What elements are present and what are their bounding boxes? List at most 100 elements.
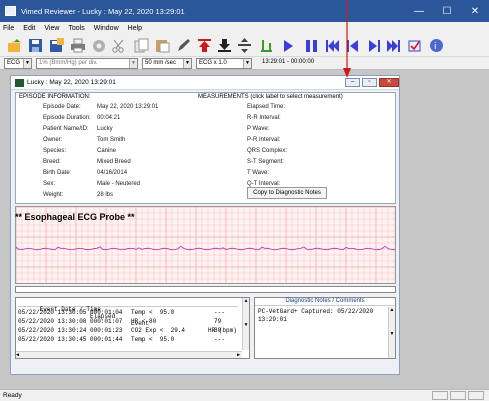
paste-icon[interactable] (154, 37, 171, 54)
marker-icon[interactable] (175, 37, 192, 54)
event-cell: 79 (214, 318, 222, 325)
child-maximize-button[interactable]: ▫ (362, 78, 377, 87)
diagnostic-notes-panel: Diagnostic Notes / Comments PC-VetGard+ … (254, 297, 396, 359)
gain-select[interactable]: ECG x 1.0 ▼ (196, 58, 252, 69)
expand-vertical-icon[interactable] (236, 37, 253, 54)
measure-st-segment[interactable]: S-T Segment: (247, 159, 284, 165)
scroll-bottom-icon[interactable] (216, 37, 233, 54)
events-horizontal-scrollbar[interactable]: ◀ ▶ (16, 351, 242, 358)
measure-caliper-icon[interactable] (258, 37, 275, 54)
scale-select[interactable]: 1% (Bmm/Hg) per div. ▼ (36, 58, 138, 69)
maximize-button[interactable]: ☐ (433, 6, 461, 17)
measure-qrs-complex[interactable]: QRS Complex: (247, 148, 287, 154)
species-value: Canine (97, 148, 117, 154)
event-row[interactable]: 05/22/2020 13:30:45 000:01:44 Temp < 95.0 -… (18, 336, 240, 344)
event-cell: 05/22/2020 13:30:24 (18, 327, 87, 334)
event-cell: 05/22/2020 13:30:05 (18, 309, 87, 316)
menu-view[interactable]: View (44, 25, 59, 32)
chevron-down-icon: ▼ (183, 59, 191, 68)
menu-help[interactable]: Help (128, 25, 142, 32)
measure-p-wave[interactable]: P Wave: (247, 126, 269, 132)
episode-date-value: May 22, 2020 13:29:01 (97, 104, 159, 110)
episode-duration-value: 00:04:21 (97, 115, 121, 121)
scroll-top-icon[interactable] (196, 37, 213, 54)
sex-value: Male - Neutered (97, 181, 141, 187)
save-icon[interactable] (27, 37, 44, 54)
child-minimize-button[interactable]: – (345, 78, 360, 87)
child-close-button[interactable]: ✕ (379, 78, 399, 87)
app-title-bar: Vimed Reviewer - Lucky : May 22, 2020 13… (0, 0, 489, 22)
event-cell: 000:01:04 (90, 309, 123, 316)
chevron-down-icon: ▼ (23, 59, 31, 68)
measure-elapsed-time[interactable]: Elapsed Time: (247, 104, 285, 110)
menu-edit[interactable]: Edit (23, 25, 35, 32)
breed-label: Breed: (43, 159, 61, 165)
toolbar: i (0, 34, 489, 57)
event-cell: 000:01:07 (90, 318, 123, 325)
event-cell: 05/22/2020 13:30:45 (18, 336, 87, 343)
menu-file[interactable]: File (3, 25, 14, 32)
event-cell: 000:01:44 (90, 336, 123, 343)
print-icon[interactable] (69, 37, 86, 54)
minimize-button[interactable]: — (405, 6, 433, 17)
speed-select[interactable]: 50 mm /sec ▼ (142, 58, 192, 69)
event-row[interactable]: 05/22/2020 13:30:05 000:01:04 Temp < 95.0 -… (18, 309, 240, 317)
species-label: Species: (43, 148, 67, 154)
notes-vertical-scrollbar[interactable]: ▲ ▼ (388, 307, 395, 358)
birth-date-value: 04/16/2014 (97, 170, 128, 176)
ecg-horizontal-scrollbar[interactable] (15, 286, 396, 293)
notes-textarea[interactable]: PC-VetGard+ Captured: 05/22/2020 13:29:0… (258, 308, 386, 324)
copy-icon[interactable] (133, 37, 150, 54)
close-button[interactable]: ✕ (461, 6, 489, 17)
notes-header: Diagnostic Notes / Comments (255, 298, 395, 306)
save-as-icon[interactable] (48, 37, 65, 54)
options-bar: ECG ▼ 1% (Bmm/Hg) per div. ▼ 50 mm /sec ▼ E… (0, 57, 489, 70)
episode-window: Lucky : May 22, 2020 13:29:01 – ▫ ✕ EPIS… (10, 75, 400, 375)
sex-label: Sex: (43, 181, 56, 187)
measurements-header: MEASUREMENTS (click label to select meas… (198, 94, 343, 100)
help-icon[interactable]: i (428, 37, 445, 54)
timecode-readout: 13:29:01 - 00:00:00 (262, 59, 315, 65)
events-header-row: Event Date / Time Elapsed Event HR (bpm) (18, 299, 238, 334)
event-cell: --- (214, 309, 225, 316)
event-row[interactable]: 05/22/2020 13:30:08 000:01:07 HR < 80 79 (18, 318, 240, 326)
open-folder-icon[interactable] (6, 37, 23, 54)
play-icon[interactable] (279, 37, 296, 54)
measure-pr-interval[interactable]: P-R Interval: (247, 137, 280, 143)
weight-value: 28 lbs (97, 192, 114, 198)
export-check-icon[interactable] (407, 37, 424, 54)
patient-value: Lucky (97, 126, 113, 132)
skip-to-start-icon[interactable] (324, 37, 341, 54)
annotation-arrow-icon (343, 0, 351, 78)
menu-tools[interactable]: Tools (68, 25, 84, 32)
event-cell: 000:01:23 (90, 327, 123, 334)
birth-date-label: Birth Date: (43, 170, 72, 176)
scissors-icon[interactable] (110, 37, 127, 54)
status-pane (432, 391, 448, 400)
episode-info-header: EPISODE INFORMATION: (19, 94, 91, 100)
measure-rr-interval[interactable]: R-R Interval: (247, 115, 281, 121)
owner-label: Owner: (43, 137, 63, 143)
settings-gear-icon[interactable] (90, 37, 107, 54)
weight-label: Weight: (43, 192, 64, 198)
event-cell: 05/22/2020 13:30:08 (18, 318, 87, 325)
scale-value: 1% (Bmm/Hg) per div. (39, 60, 98, 66)
copy-to-notes-button[interactable]: Copy to Diagnostic Notes (247, 187, 327, 199)
episode-window-title: Lucky : May 22, 2020 13:29:01 (27, 79, 116, 86)
app-icon (5, 6, 16, 16)
svg-text:i: i (434, 42, 437, 52)
skip-to-end-icon[interactable] (385, 37, 402, 54)
events-table: Event Date / Time Elapsed Event HR (bpm)… (15, 297, 250, 359)
fast-forward-icon[interactable] (365, 37, 382, 54)
channel-select[interactable]: ECG ▼ (4, 58, 32, 69)
pause-icon[interactable] (303, 37, 320, 54)
measure-t-wave[interactable]: T Wave: (247, 170, 269, 176)
events-vertical-scrollbar[interactable]: ▲ ▼ (242, 298, 249, 350)
patient-label: Patient Name/ID: (43, 126, 89, 132)
episode-window-title-bar: Lucky : May 22, 2020 13:29:01 – ▫ ✕ (11, 76, 399, 90)
event-cell: Temp < 95.0 (131, 336, 175, 343)
menu-window[interactable]: Window (94, 25, 119, 32)
event-cell: Temp < 95.0 (131, 309, 175, 316)
event-row[interactable]: 05/22/2020 13:30:24 000:01:23 CO2 Exp < 29… (18, 327, 240, 335)
event-cell: 80 (214, 327, 222, 334)
